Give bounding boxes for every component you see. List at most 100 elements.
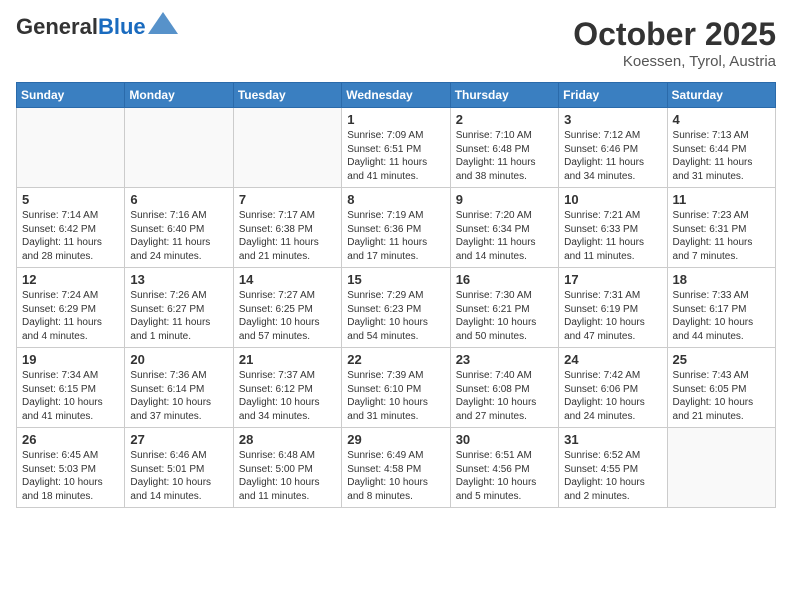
calendar-day-cell: 24Sunrise: 7:42 AM Sunset: 6:06 PM Dayli… [559, 348, 667, 428]
calendar-day-cell [125, 108, 233, 188]
day-info: Sunrise: 6:49 AM Sunset: 4:58 PM Dayligh… [347, 449, 444, 503]
day-info: Sunrise: 7:30 AM Sunset: 6:21 PM Dayligh… [456, 289, 553, 343]
location: Koessen, Tyrol, Austria [573, 53, 776, 70]
calendar-day-cell: 13 Sunrise: 7:26 AM Sunset: 6:27 PM Dayli… [125, 268, 233, 348]
page-header: GeneralBlue October 2025 Koessen, Tyrol,… [16, 16, 776, 70]
day-number: 17 [564, 272, 661, 287]
day-number: 12 [22, 272, 119, 287]
calendar-day-cell: 25 Sunrise: 7:43 AM Sunset: 6:05 PM Dayli… [667, 348, 775, 428]
calendar-table: SundayMondayTuesdayWednesdayThursdayFrid… [16, 82, 776, 508]
calendar-week-row: 5 Sunrise: 7:14 AM Sunset: 6:42 PM Daylig… [17, 188, 776, 268]
calendar-day-cell: 28 Sunrise: 6:48 AM Sunset: 5:00 PM Dayli… [233, 428, 341, 508]
calendar-day-cell: 18Sunrise: 7:33 AM Sunset: 6:17 PM Dayli… [667, 268, 775, 348]
day-number: 20 [130, 352, 227, 367]
calendar-day-cell: 14Sunrise: 7:27 AM Sunset: 6:25 PM Dayli… [233, 268, 341, 348]
day-number: 22 [347, 352, 444, 367]
day-number: 29 [347, 432, 444, 447]
day-info: Sunrise: 7:17 AM Sunset: 6:38 PM Dayligh… [239, 209, 336, 263]
calendar-day-cell: 27 Sunrise: 6:46 AM Sunset: 5:01 PM Dayli… [125, 428, 233, 508]
calendar-day-cell: 12 Sunrise: 7:24 AM Sunset: 6:29 PM Dayli… [17, 268, 125, 348]
calendar-day-cell [17, 108, 125, 188]
day-of-week-header: Sunday [17, 83, 125, 108]
day-number: 4 [673, 112, 770, 127]
day-number: 31 [564, 432, 661, 447]
day-info: Sunrise: 7:21 AM Sunset: 6:33 PM Dayligh… [564, 209, 661, 263]
calendar-day-cell: 8 Sunrise: 7:19 AM Sunset: 6:36 PM Daylig… [342, 188, 450, 268]
day-info: Sunrise: 7:23 AM Sunset: 6:31 PM Dayligh… [673, 209, 770, 263]
day-info: Sunrise: 7:37 AM Sunset: 6:12 PM Dayligh… [239, 369, 336, 423]
calendar-day-cell: 21 Sunrise: 7:37 AM Sunset: 6:12 PM Dayli… [233, 348, 341, 428]
day-info: Sunrise: 7:13 AM Sunset: 6:44 PM Dayligh… [673, 129, 770, 183]
day-number: 11 [673, 192, 770, 207]
day-number: 30 [456, 432, 553, 447]
day-number: 14 [239, 272, 336, 287]
day-of-week-header: Friday [559, 83, 667, 108]
calendar-day-cell: 20Sunrise: 7:36 AM Sunset: 6:14 PM Dayli… [125, 348, 233, 428]
logo-general: General [16, 14, 98, 39]
calendar-day-cell: 11 Sunrise: 7:23 AM Sunset: 6:31 PM Dayli… [667, 188, 775, 268]
day-number: 9 [456, 192, 553, 207]
calendar-day-cell: 4 Sunrise: 7:13 AM Sunset: 6:44 PM Daylig… [667, 108, 775, 188]
calendar-day-cell: 1 Sunrise: 7:09 AM Sunset: 6:51 PM Daylig… [342, 108, 450, 188]
day-info: Sunrise: 7:42 AM Sunset: 6:06 PM Dayligh… [564, 369, 661, 423]
day-number: 7 [239, 192, 336, 207]
day-number: 8 [347, 192, 444, 207]
day-info: Sunrise: 7:09 AM Sunset: 6:51 PM Dayligh… [347, 129, 444, 183]
calendar-week-row: 12 Sunrise: 7:24 AM Sunset: 6:29 PM Dayli… [17, 268, 776, 348]
day-number: 5 [22, 192, 119, 207]
day-info: Sunrise: 7:16 AM Sunset: 6:40 PM Dayligh… [130, 209, 227, 263]
day-number: 19 [22, 352, 119, 367]
calendar-day-cell: 6 Sunrise: 7:16 AM Sunset: 6:40 PM Daylig… [125, 188, 233, 268]
day-info: Sunrise: 7:34 AM Sunset: 6:15 PM Dayligh… [22, 369, 119, 423]
day-info: Sunrise: 7:12 AM Sunset: 6:46 PM Dayligh… [564, 129, 661, 183]
day-number: 1 [347, 112, 444, 127]
day-number: 13 [130, 272, 227, 287]
day-number: 3 [564, 112, 661, 127]
day-info: Sunrise: 7:14 AM Sunset: 6:42 PM Dayligh… [22, 209, 119, 263]
day-number: 6 [130, 192, 227, 207]
calendar-week-row: 1 Sunrise: 7:09 AM Sunset: 6:51 PM Daylig… [17, 108, 776, 188]
calendar-day-cell: 10 Sunrise: 7:21 AM Sunset: 6:33 PM Dayli… [559, 188, 667, 268]
day-info: Sunrise: 7:43 AM Sunset: 6:05 PM Dayligh… [673, 369, 770, 423]
calendar-day-cell: 16 Sunrise: 7:30 AM Sunset: 6:21 PM Dayli… [450, 268, 558, 348]
day-info: Sunrise: 6:45 AM Sunset: 5:03 PM Dayligh… [22, 449, 119, 503]
calendar-day-cell: 9 Sunrise: 7:20 AM Sunset: 6:34 PM Daylig… [450, 188, 558, 268]
day-info: Sunrise: 7:40 AM Sunset: 6:08 PM Dayligh… [456, 369, 553, 423]
day-of-week-header: Tuesday [233, 83, 341, 108]
logo-blue: Blue [98, 14, 146, 39]
day-of-week-header: Thursday [450, 83, 558, 108]
day-number: 25 [673, 352, 770, 367]
day-info: Sunrise: 7:10 AM Sunset: 6:48 PM Dayligh… [456, 129, 553, 183]
day-of-week-header: Monday [125, 83, 233, 108]
day-number: 23 [456, 352, 553, 367]
day-number: 27 [130, 432, 227, 447]
day-info: Sunrise: 7:24 AM Sunset: 6:29 PM Dayligh… [22, 289, 119, 343]
day-of-week-header: Wednesday [342, 83, 450, 108]
day-info: Sunrise: 7:26 AM Sunset: 6:27 PM Dayligh… [130, 289, 227, 343]
day-number: 18 [673, 272, 770, 287]
day-info: Sunrise: 7:31 AM Sunset: 6:19 PM Dayligh… [564, 289, 661, 343]
calendar-day-cell: 17 Sunrise: 7:31 AM Sunset: 6:19 PM Dayli… [559, 268, 667, 348]
day-info: Sunrise: 7:39 AM Sunset: 6:10 PM Dayligh… [347, 369, 444, 423]
day-number: 16 [456, 272, 553, 287]
logo-icon [148, 12, 178, 34]
day-number: 10 [564, 192, 661, 207]
day-number: 15 [347, 272, 444, 287]
day-number: 28 [239, 432, 336, 447]
day-info: Sunrise: 6:48 AM Sunset: 5:00 PM Dayligh… [239, 449, 336, 503]
calendar-week-row: 26 Sunrise: 6:45 AM Sunset: 5:03 PM Dayli… [17, 428, 776, 508]
calendar-day-cell [233, 108, 341, 188]
day-number: 26 [22, 432, 119, 447]
calendar-day-cell: 31 Sunrise: 6:52 AM Sunset: 4:55 PM Dayli… [559, 428, 667, 508]
calendar-day-cell: 7 Sunrise: 7:17 AM Sunset: 6:38 PM Daylig… [233, 188, 341, 268]
day-info: Sunrise: 6:52 AM Sunset: 4:55 PM Dayligh… [564, 449, 661, 503]
calendar-day-cell: 26 Sunrise: 6:45 AM Sunset: 5:03 PM Dayli… [17, 428, 125, 508]
day-info: Sunrise: 7:20 AM Sunset: 6:34 PM Dayligh… [456, 209, 553, 263]
day-info: Sunrise: 6:51 AM Sunset: 4:56 PM Dayligh… [456, 449, 553, 503]
day-info: Sunrise: 6:46 AM Sunset: 5:01 PM Dayligh… [130, 449, 227, 503]
day-number: 21 [239, 352, 336, 367]
day-number: 2 [456, 112, 553, 127]
calendar-day-cell: 15Sunrise: 7:29 AM Sunset: 6:23 PM Dayli… [342, 268, 450, 348]
calendar-day-cell [667, 428, 775, 508]
day-info: Sunrise: 7:19 AM Sunset: 6:36 PM Dayligh… [347, 209, 444, 263]
